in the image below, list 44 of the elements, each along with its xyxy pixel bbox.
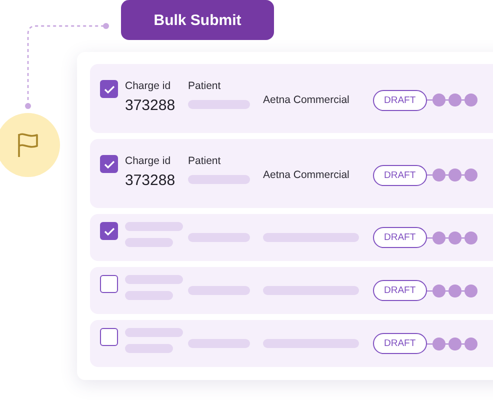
bulk-submit-button[interactable]: Bulk Submit <box>121 0 274 40</box>
progress-dots-icon <box>426 230 479 244</box>
skeleton-bar <box>188 175 250 184</box>
skeleton-bar <box>125 344 173 353</box>
skeleton-bar <box>188 286 250 295</box>
charge-row[interactable]: DRAFT <box>90 320 493 367</box>
charge-row[interactable]: DRAFT <box>90 214 493 261</box>
charge-id: 373288 <box>125 172 176 189</box>
skeleton-bar <box>188 339 250 348</box>
status-badge: DRAFT <box>373 164 427 186</box>
checkbox[interactable] <box>100 222 118 240</box>
skeleton-bar <box>125 291 173 300</box>
charge-id: 373288 <box>125 97 176 114</box>
checkbox[interactable] <box>100 275 118 293</box>
checkbox[interactable] <box>100 80 118 98</box>
patient-label: Patient <box>188 80 222 92</box>
checkbox[interactable] <box>100 328 118 346</box>
skeleton-bar <box>125 238 173 247</box>
progress-dots-icon <box>426 93 479 107</box>
charge-label: Charge id <box>125 80 172 92</box>
patient-label: Patient <box>188 155 222 167</box>
status-badge: DRAFT <box>373 280 427 301</box>
skeleton-bar <box>188 233 250 242</box>
charge-label: Charge id <box>125 155 172 167</box>
flag-icon <box>17 132 39 158</box>
skeleton-bar <box>125 222 183 231</box>
skeleton-bar <box>125 275 183 284</box>
check-icon <box>104 84 114 94</box>
checkbox[interactable] <box>100 155 118 173</box>
charge-row[interactable]: Charge id 373288 Patient Aetna Commercial DRAFT <box>90 64 493 133</box>
charge-row[interactable]: DRAFT <box>90 267 493 314</box>
skeleton-bar <box>188 100 250 109</box>
status-badge: DRAFT <box>373 90 427 110</box>
status-badge: DRAFT <box>373 227 427 248</box>
progress-dots-icon <box>426 168 479 182</box>
skeleton-bar <box>125 328 183 337</box>
status-badge: DRAFT <box>373 333 427 354</box>
charge-row[interactable]: Charge id 373288 Patient Aetna Commercial DRAFT <box>90 139 493 208</box>
payer-name: Aetna Commercial <box>263 169 350 181</box>
progress-dots-icon <box>426 336 479 350</box>
payer-name: Aetna Commercial <box>263 94 350 106</box>
check-icon <box>104 226 114 236</box>
progress-dots-icon <box>426 284 479 298</box>
check-icon <box>104 160 114 168</box>
